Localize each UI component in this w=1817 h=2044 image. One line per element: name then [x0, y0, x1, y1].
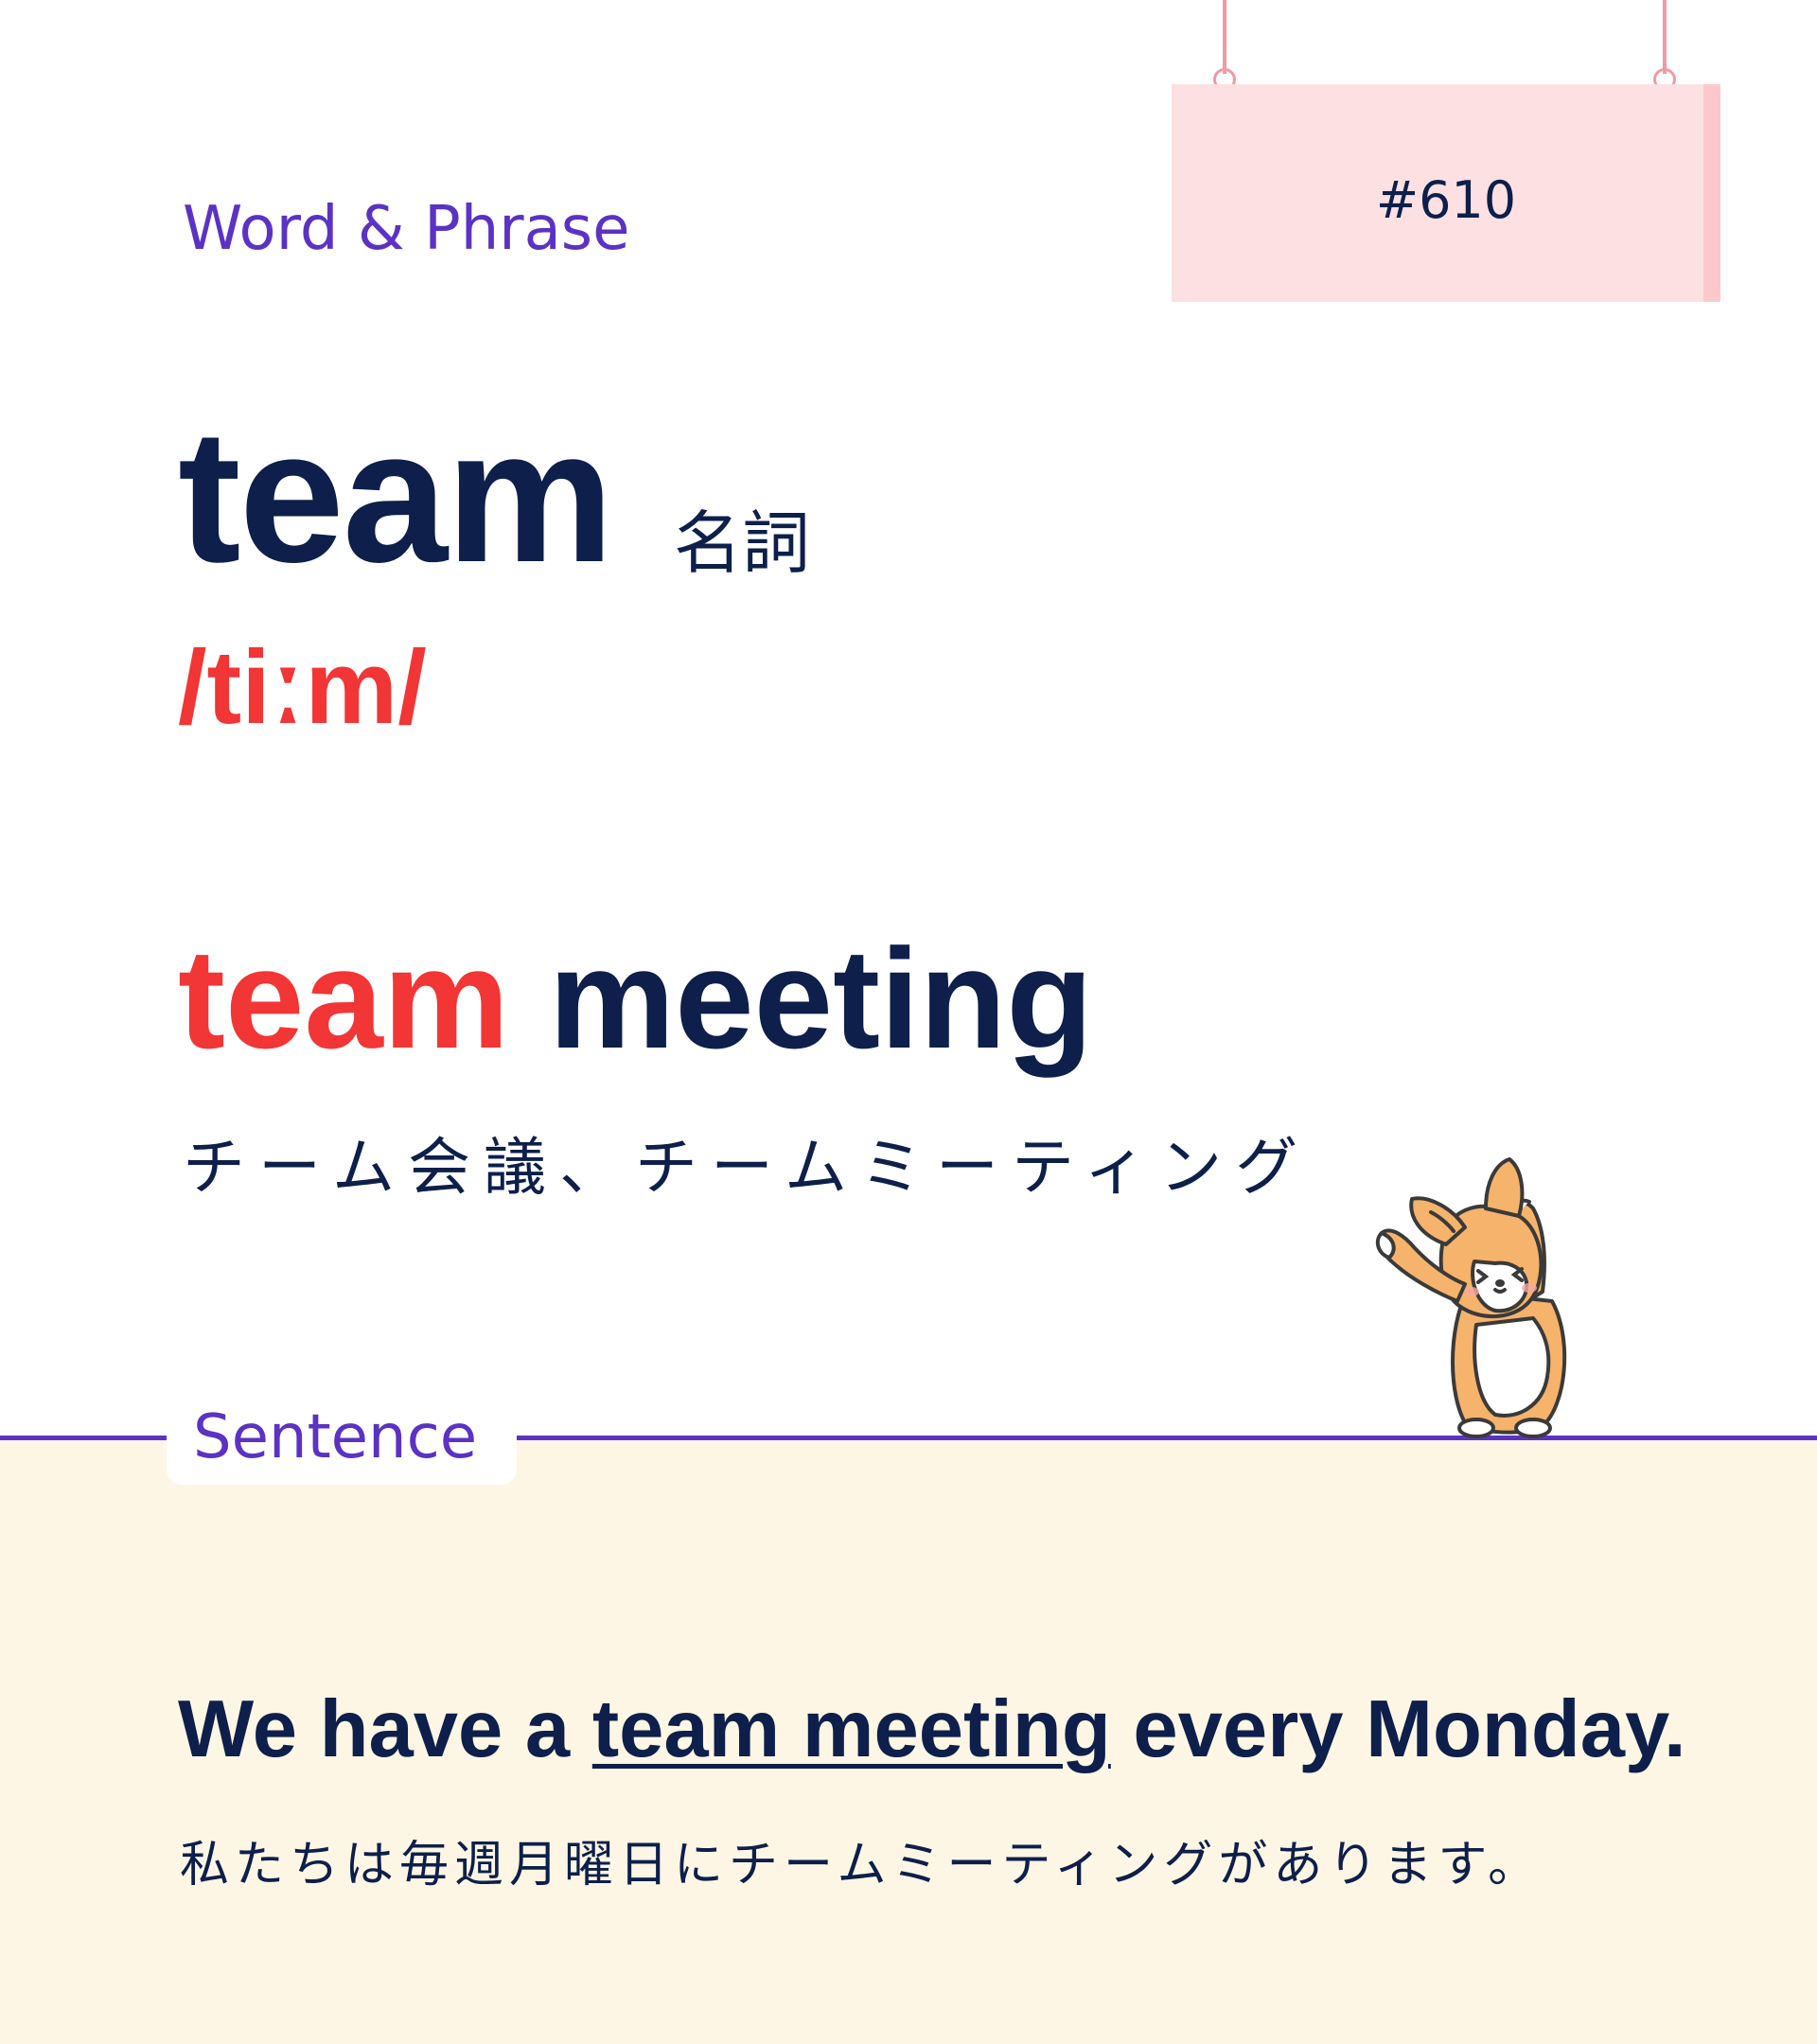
phrase-rest: meeting	[509, 919, 1093, 1078]
section-label-sentence: Sentence	[193, 1402, 478, 1472]
example-sentence: We have a team meeting every Monday.	[178, 1689, 1686, 1770]
sentence-translation: 私たちは毎週月曜日にチームミーティングがあります。	[180, 1837, 1544, 1894]
part-of-speech: 名詞	[674, 503, 811, 583]
sentence-before: We have a	[178, 1684, 592, 1774]
sentence-highlight: team meeting	[591, 1684, 1111, 1774]
section-label-word-phrase: Word & Phrase	[183, 194, 630, 264]
sentence-after: every Monday.	[1110, 1684, 1686, 1774]
corgi-mascot-icon	[1375, 1157, 1567, 1438]
sign-string-right	[1663, 0, 1667, 74]
sign-string-left	[1223, 0, 1226, 74]
phrase-translation: チーム会議、チームミーティング	[183, 1131, 1312, 1204]
example-phrase: team meeting	[178, 927, 1093, 1069]
headword: team	[178, 391, 614, 602]
pronunciation: /tiːm/	[178, 629, 427, 746]
phrase-keyword: team	[178, 919, 510, 1078]
card-number: #610	[1375, 170, 1517, 230]
